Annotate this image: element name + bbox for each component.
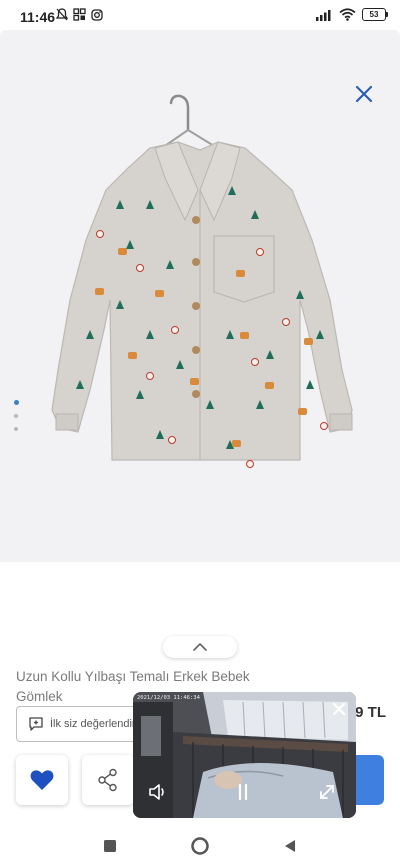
expand-icon	[320, 785, 334, 799]
product-image-gallery[interactable]	[0, 30, 400, 562]
share-button[interactable]	[82, 755, 134, 805]
triangle-back-icon	[285, 840, 295, 852]
pause-icon	[238, 783, 248, 801]
favorite-button[interactable]	[16, 755, 68, 805]
recents-button[interactable]	[98, 834, 122, 858]
mute-button[interactable]	[147, 780, 171, 804]
share-icon	[98, 768, 117, 792]
review-label: İlk siz değerlendirin	[50, 718, 145, 730]
video-timestamp: 2021/12/03 11:46:34	[137, 695, 200, 701]
product-price: 9 TL	[355, 704, 386, 721]
bell-off-icon	[56, 8, 68, 21]
battery-indicator: 53	[362, 8, 388, 21]
status-bar: 11:46 53	[0, 0, 400, 30]
heart-icon	[30, 770, 54, 790]
instagram-icon	[91, 8, 103, 21]
home-button[interactable]	[188, 834, 212, 858]
square-icon	[104, 840, 116, 852]
pagination-dot[interactable]	[14, 414, 18, 418]
close-icon[interactable]	[352, 82, 376, 106]
comment-plus-icon	[29, 717, 43, 731]
circle-icon	[191, 837, 209, 855]
pagination-dot-active[interactable]	[14, 400, 19, 405]
close-icon[interactable]	[332, 702, 346, 716]
pagination-dot[interactable]	[14, 427, 18, 431]
expand-button[interactable]	[315, 780, 339, 804]
image-pagination	[14, 400, 19, 431]
add-to-cart-button[interactable]	[352, 755, 384, 805]
product-image	[51, 94, 353, 468]
system-nav-bar	[0, 826, 400, 866]
chevron-up-icon	[193, 643, 207, 651]
back-button[interactable]	[278, 834, 302, 858]
grid-icon	[73, 8, 86, 21]
signal-icon	[316, 9, 331, 21]
speaker-icon	[149, 784, 164, 800]
pause-button[interactable]	[231, 780, 255, 804]
expand-details-tab[interactable]	[163, 636, 237, 658]
wifi-icon	[339, 8, 356, 21]
status-time: 11:46	[20, 9, 56, 25]
battery-level: 53	[362, 8, 386, 21]
pip-video-player[interactable]: 2021/12/03 11:46:34	[133, 692, 356, 818]
notification-icons	[56, 8, 103, 21]
